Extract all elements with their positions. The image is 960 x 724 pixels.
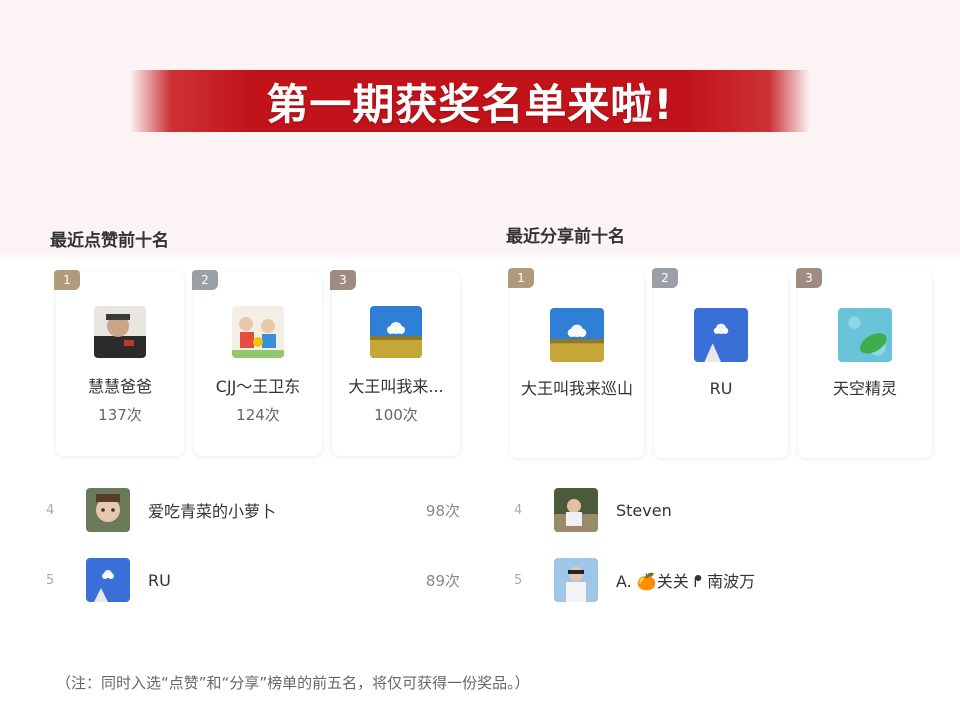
likes-card-2[interactable]: 2 CJJ～王卫东 124次 — [192, 270, 322, 456]
likes-card-3[interactable]: 3 大王叫我来... 100次 — [330, 270, 460, 456]
user-name: 爱吃青菜的小萝卜 — [148, 502, 277, 521]
shares-card-3[interactable]: 3 天空精灵 — [796, 268, 932, 458]
like-count: 100次 — [374, 406, 418, 424]
page-title: 第一期获奖名单来啦! — [266, 79, 674, 129]
shares-section-title: 最近分享前十名 — [506, 227, 625, 247]
title-banner: 第一期获奖名单来啦! — [130, 70, 810, 132]
rank-badge: 2 — [652, 268, 678, 288]
rank-badge: 1 — [54, 270, 80, 290]
rank-number: 5 — [46, 572, 55, 588]
avatar — [94, 306, 146, 358]
shares-row-4[interactable]: 4 Steven — [514, 486, 914, 534]
avatar — [554, 558, 598, 602]
likes-row-4[interactable]: 4 爱吃青菜的小萝卜 98次 — [46, 486, 460, 534]
user-name: RU — [148, 570, 171, 590]
likes-card-1[interactable]: 1 慧慧爸爸 137次 — [54, 270, 184, 456]
user-name: 慧慧爸爸 — [87, 377, 152, 396]
avatar — [554, 488, 598, 532]
user-name: CJJ～王卫东 — [215, 377, 301, 396]
rank-badge: 2 — [192, 270, 218, 290]
avatar — [86, 488, 130, 532]
user-name: A. 🍊关关 ᖰ 南波万 — [616, 572, 756, 591]
rank-number: 4 — [46, 502, 55, 518]
avatar — [694, 308, 748, 362]
avatar — [550, 308, 604, 362]
user-name: 大王叫我来... — [348, 377, 444, 396]
avatar — [838, 308, 892, 362]
shares-row-5[interactable]: 5 A. 🍊关关 ᖰ 南波万 — [514, 556, 914, 604]
avatar — [86, 558, 130, 602]
user-name: 天空精灵 — [832, 379, 897, 398]
rank-number: 4 — [514, 502, 523, 518]
like-count: 98次 — [425, 501, 460, 520]
shares-card-2[interactable]: 2 RU — [652, 268, 788, 458]
rank-badge: 3 — [796, 268, 822, 288]
rank-badge: 1 — [508, 268, 534, 288]
shares-card-1[interactable]: 1 大王叫我来巡山 — [508, 268, 644, 458]
rank-badge: 3 — [330, 270, 356, 290]
user-name: 大王叫我来巡山 — [520, 379, 633, 398]
likes-section-title: 最近点赞前十名 — [50, 231, 169, 251]
like-count: 137次 — [98, 406, 142, 424]
user-name: RU — [709, 379, 733, 398]
likes-row-5[interactable]: 5 RU 89次 — [46, 556, 460, 604]
like-count: 89次 — [425, 571, 460, 590]
like-count: 124次 — [236, 406, 280, 424]
avatar — [232, 306, 284, 358]
rank-number: 5 — [514, 572, 523, 588]
avatar — [370, 306, 422, 358]
footnote: （注：同时入选“点赞”和“分享”榜单的前五名，将仅可获得一份奖品。） — [56, 674, 530, 692]
user-name: Steven — [616, 500, 672, 520]
